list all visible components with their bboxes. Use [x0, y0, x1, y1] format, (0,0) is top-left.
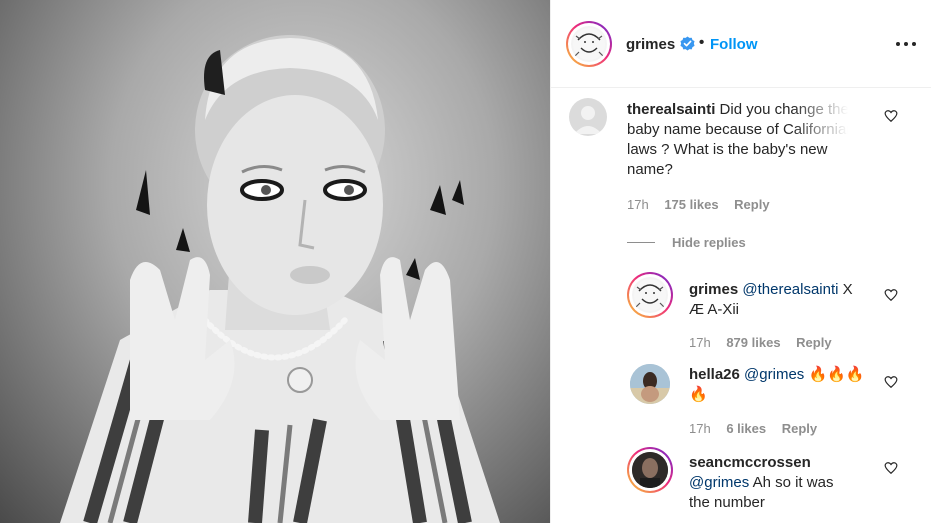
heart-icon[interactable]	[884, 375, 898, 389]
reply-time[interactable]: 17h	[689, 421, 711, 436]
reply-likes[interactable]: 879 likes	[726, 335, 780, 350]
avatar-photo-icon	[632, 452, 668, 488]
reply-avatar[interactable]	[627, 447, 673, 493]
reply-emoji: 🔥🔥🔥	[808, 366, 865, 383]
comment-meta: 17h 175 likes Reply	[627, 197, 770, 212]
comment-time[interactable]: 17h	[627, 197, 649, 212]
more-options-icon[interactable]	[895, 35, 917, 51]
reply-emoji-line2: 🔥	[689, 386, 708, 403]
reply-body: grimes @therealsainti X Æ A-Xii	[689, 280, 869, 320]
reply-username[interactable]: grimes	[689, 281, 738, 298]
reply-reply-button[interactable]: Reply	[796, 335, 831, 350]
reply-username[interactable]: hella26	[689, 366, 740, 383]
photo-illustration	[60, 35, 500, 523]
reply-mention[interactable]: @grimes	[744, 366, 804, 383]
reply-mention[interactable]: @grimes	[689, 474, 749, 491]
avatar-sketch-icon	[573, 28, 605, 60]
comment-reply-button[interactable]: Reply	[734, 197, 769, 212]
reply-avatar[interactable]	[630, 364, 670, 404]
heart-icon[interactable]	[884, 288, 898, 302]
replies-divider	[627, 242, 655, 243]
verified-badge-icon	[680, 36, 695, 51]
reply-body: seancmccrossen @grimes Ah so it was the …	[689, 453, 874, 513]
reply-meta: 17h 879 likes Reply	[689, 335, 832, 350]
post-sidebar: grimes • Follow	[550, 0, 931, 523]
follow-button[interactable]: Follow	[710, 36, 758, 53]
reply-likes[interactable]: 6 likes	[726, 421, 766, 436]
comment-body: therealsainti Did you change the baby na…	[627, 100, 867, 180]
commenter-avatar[interactable]	[569, 98, 607, 136]
comment-likes[interactable]: 175 likes	[664, 197, 718, 212]
heart-icon[interactable]	[884, 461, 898, 475]
reply-text-line2: Æ A-Xii	[689, 301, 740, 318]
author-username[interactable]: grimes	[626, 36, 675, 53]
reply-text: X	[842, 281, 853, 298]
avatar-photo-icon	[630, 364, 670, 404]
author-avatar[interactable]	[566, 21, 612, 67]
reply-text-line2: the number	[689, 494, 765, 511]
reply-avatar[interactable]	[627, 272, 673, 318]
reply-username[interactable]: seancmccrossen	[689, 454, 811, 471]
reply-body: hella26 @grimes 🔥🔥🔥 🔥	[689, 365, 874, 405]
avatar-sketch-icon	[634, 279, 666, 311]
header-separator: •	[699, 34, 705, 51]
heart-icon[interactable]	[884, 109, 898, 123]
comment-username[interactable]: therealsainti	[627, 101, 715, 118]
reply-meta: 17h 6 likes Reply	[689, 421, 817, 436]
reply-text: Ah so it was	[752, 474, 834, 491]
reply-mention[interactable]: @therealsainti	[742, 281, 838, 298]
post-header: grimes • Follow	[551, 0, 931, 88]
default-avatar-icon	[574, 106, 602, 134]
reply-time[interactable]: 17h	[689, 335, 711, 350]
post-photo[interactable]	[0, 0, 550, 523]
reply-reply-button[interactable]: Reply	[782, 421, 817, 436]
hide-replies-button[interactable]: Hide replies	[672, 235, 746, 250]
